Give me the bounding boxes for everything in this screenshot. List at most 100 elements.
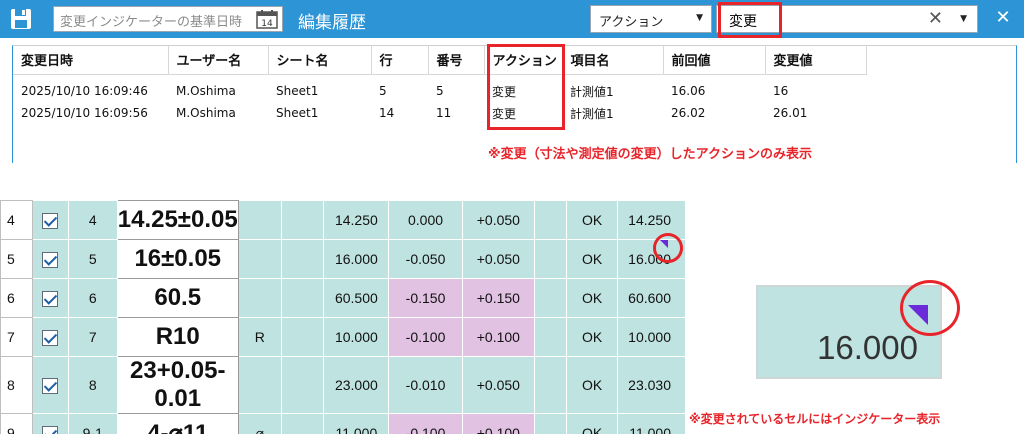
row-number-cell[interactable]: 5 (0, 239, 33, 279)
check-cell[interactable] (31, 413, 69, 434)
blank-cell[interactable] (534, 413, 568, 434)
upper-tolerance-cell[interactable]: +0.100 (461, 317, 536, 357)
measured-value-cell[interactable]: 14.250 (616, 200, 686, 240)
blank-cell[interactable] (280, 317, 325, 357)
column-header[interactable]: 番号 (428, 46, 485, 75)
item-number-cell[interactable]: 6 (67, 278, 118, 318)
checkbox[interactable] (42, 425, 59, 434)
checkbox[interactable] (42, 329, 59, 346)
drawing-snippet-cell[interactable]: 16±0.05 (116, 239, 239, 279)
nominal-value-cell[interactable]: 23.000 (323, 356, 390, 414)
column-header[interactable]: シート名 (268, 46, 372, 75)
check-cell[interactable] (31, 356, 69, 414)
check-cell[interactable] (31, 278, 69, 318)
lower-tolerance-cell[interactable]: -0.150 (388, 278, 463, 318)
judgement-cell[interactable]: OK (566, 239, 618, 279)
upper-tolerance-cell[interactable]: +0.100 (461, 413, 536, 434)
lower-tolerance-cell[interactable]: -0.010 (388, 356, 463, 414)
item-number-cell[interactable]: 5 (67, 239, 118, 279)
action-column-select[interactable]: アクション ▼ (590, 5, 712, 33)
symbol-cell[interactable] (237, 278, 282, 318)
reference-datetime-input[interactable]: 変更インジケーターの基準日時 14 (53, 6, 283, 32)
blank-cell[interactable] (534, 356, 568, 414)
nominal-value-cell[interactable]: 10.000 (323, 317, 390, 357)
table-row[interactable]: 2025/10/10 16:09:56 M.Oshima Sheet1 14 1… (13, 102, 866, 124)
blank-cell[interactable] (280, 356, 325, 414)
row-number-cell[interactable]: 4 (0, 200, 33, 240)
drawing-snippet-cell[interactable]: 14.25±0.05 (116, 200, 239, 240)
drawing-snippet-cell[interactable]: 4-⌀11 (116, 413, 239, 434)
upper-tolerance-cell[interactable]: +0.050 (461, 200, 536, 240)
checkbox[interactable] (42, 251, 59, 268)
item-number-cell[interactable]: 4 (67, 200, 118, 240)
row-number-cell[interactable]: 9 (0, 413, 33, 434)
check-cell[interactable] (31, 200, 69, 240)
checkbox[interactable] (42, 212, 59, 229)
column-header[interactable]: 項目名 (562, 46, 664, 75)
nominal-value-cell[interactable]: 16.000 (323, 239, 390, 279)
symbol-cell[interactable]: R (237, 317, 282, 357)
table-row[interactable]: 5 5 16±0.05 16.000 -0.050 +0.050 OK 16.000 (0, 239, 686, 279)
blank-cell[interactable] (280, 413, 325, 434)
judgement-cell[interactable]: OK (566, 278, 618, 318)
column-header[interactable]: 前回値 (663, 46, 766, 75)
check-cell[interactable] (31, 239, 69, 279)
blank-cell[interactable] (280, 278, 325, 318)
table-row[interactable]: 6 6 60.5 60.500 -0.150 +0.150 OK 60.600 (0, 278, 686, 318)
judgement-cell[interactable]: OK (566, 200, 618, 240)
save-icon[interactable] (8, 6, 34, 32)
blank-cell[interactable] (534, 317, 568, 357)
symbol-cell[interactable] (237, 356, 282, 414)
row-number-cell[interactable]: 7 (0, 317, 33, 357)
table-row[interactable]: 2025/10/10 16:09:46 M.Oshima Sheet1 5 5 … (13, 80, 866, 102)
lower-tolerance-cell[interactable]: -0.100 (388, 317, 463, 357)
judgement-cell[interactable]: OK (566, 317, 618, 357)
lower-tolerance-cell[interactable]: -0.050 (388, 239, 463, 279)
item-number-cell[interactable]: 9-1 (67, 413, 118, 434)
close-icon[interactable]: ✕ (992, 7, 1014, 29)
chevron-down-icon[interactable]: ▼ (960, 14, 967, 24)
clear-icon[interactable]: ✕ (928, 8, 943, 29)
judgement-cell[interactable]: OK (566, 413, 618, 434)
blank-cell[interactable] (534, 239, 568, 279)
nominal-value-cell[interactable]: 11.000 (323, 413, 390, 434)
checkbox[interactable] (42, 377, 59, 394)
checkbox[interactable] (42, 290, 59, 307)
blank-cell[interactable] (280, 200, 325, 240)
blank-cell[interactable] (534, 278, 568, 318)
drawing-snippet-cell[interactable]: 23+0.05-0.01 (116, 356, 239, 414)
judgement-cell[interactable]: OK (566, 356, 618, 414)
table-row[interactable]: 9 9-1 4-⌀11 ⌀ 11.000 -0.100 +0.100 OK 11.000 (0, 413, 686, 434)
measured-value-cell[interactable]: 60.600 (616, 278, 686, 318)
blank-cell[interactable] (280, 239, 325, 279)
lower-tolerance-cell[interactable]: -0.100 (388, 413, 463, 434)
column-header[interactable]: 行 (371, 46, 429, 75)
symbol-cell[interactable]: ⌀ (237, 413, 282, 434)
measured-value-cell[interactable]: 10.000 (616, 317, 686, 357)
measured-value-cell[interactable]: 11.000 (616, 413, 686, 434)
table-row[interactable]: 8 8 23+0.05-0.01 23.000 -0.010 +0.050 OK 23.030 (0, 356, 686, 414)
column-header[interactable]: ユーザー名 (168, 46, 269, 75)
symbol-cell[interactable] (237, 200, 282, 240)
column-header[interactable]: 変更値 (765, 46, 867, 75)
upper-tolerance-cell[interactable]: +0.150 (461, 278, 536, 318)
upper-tolerance-cell[interactable]: +0.050 (461, 356, 536, 414)
drawing-snippet-cell[interactable]: R10 (116, 317, 239, 357)
row-number-cell[interactable]: 6 (0, 278, 33, 318)
nominal-value-cell[interactable]: 60.500 (323, 278, 390, 318)
upper-tolerance-cell[interactable]: +0.050 (461, 239, 536, 279)
calendar-icon[interactable]: 14 (256, 9, 278, 29)
column-header[interactable]: 変更日時 (13, 46, 169, 75)
drawing-snippet-cell[interactable]: 60.5 (116, 278, 239, 318)
nominal-value-cell[interactable]: 14.250 (323, 200, 390, 240)
blank-cell[interactable] (534, 200, 568, 240)
lower-tolerance-cell[interactable]: 0.000 (388, 200, 463, 240)
symbol-cell[interactable] (237, 239, 282, 279)
item-number-cell[interactable]: 7 (67, 317, 118, 357)
table-row[interactable]: 4 4 14.25±0.05 14.250 0.000 +0.050 OK 14.250 (0, 200, 686, 240)
check-cell[interactable] (31, 317, 69, 357)
row-number-cell[interactable]: 8 (0, 356, 33, 414)
measured-value-cell[interactable]: 23.030 (616, 356, 686, 414)
table-row[interactable]: 7 7 R10 R 10.000 -0.100 +0.100 OK 10.000 (0, 317, 686, 357)
item-number-cell[interactable]: 8 (67, 356, 118, 414)
